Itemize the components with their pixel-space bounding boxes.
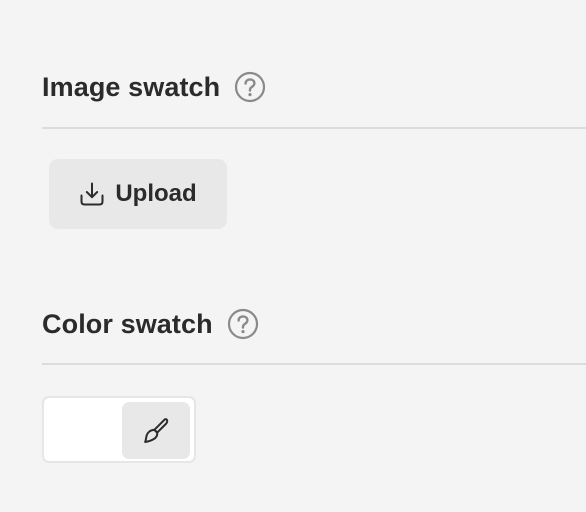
image-swatch-divider (42, 127, 586, 129)
download-tray-icon (79, 181, 105, 207)
image-swatch-header: Image swatch (42, 71, 266, 103)
upload-button-label: Upload (115, 180, 197, 207)
image-swatch-title: Image swatch (42, 71, 221, 102)
color-swatch-divider (42, 363, 586, 365)
color-preview-swatch[interactable] (48, 402, 122, 457)
question-circle-icon[interactable] (234, 71, 266, 103)
color-swatch-title: Color swatch (42, 308, 213, 339)
color-picker[interactable] (42, 396, 196, 463)
question-circle-icon[interactable] (227, 308, 259, 340)
color-swatch-header: Color swatch (42, 308, 259, 340)
paintbrush-icon (141, 416, 171, 446)
color-picker-button[interactable] (122, 402, 190, 459)
upload-button[interactable]: Upload (49, 159, 227, 229)
